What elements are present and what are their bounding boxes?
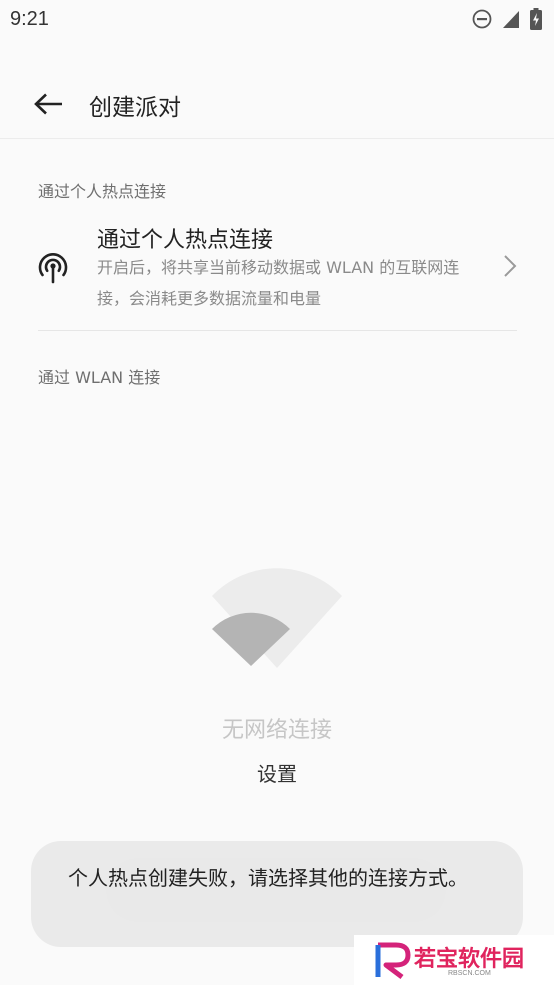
back-button[interactable] [22, 82, 74, 126]
no-network-message: 无网络连接 [221, 718, 332, 743]
section-header-hotspot: 通过个人热点连接 [38, 182, 167, 201]
row-divider [38, 330, 517, 331]
cell-signal-icon [503, 11, 519, 28]
settings-button[interactable]: 设置 [237, 756, 317, 792]
error-toast: 个人热点创建失败，请选择其他的连接方式。 [31, 841, 523, 947]
toolbar: 创建派对 [0, 70, 554, 138]
hotspot-connect-item[interactable]: 通过个人热点连接 开启后，将共享当前移动数据或 WLAN 的互联网连接，会消耗更… [0, 212, 554, 324]
do-not-disturb-icon [472, 9, 492, 29]
page-title: 创建派对 [89, 95, 181, 121]
wifi-off-illustration-icon [212, 568, 342, 668]
chevron-right-icon [504, 255, 517, 277]
toolbar-divider [0, 138, 554, 139]
hotspot-icon [38, 253, 68, 284]
status-time: 9:21 [10, 8, 49, 30]
status-bar: 9:21 [0, 0, 554, 40]
hotspot-item-title: 通过个人热点连接 [97, 228, 274, 253]
battery-charging-icon [530, 8, 542, 30]
hotspot-item-description: 开启后，将共享当前移动数据或 WLAN 的互联网连接，会消耗更多数据流量和电量 [97, 258, 460, 308]
watermark-text: 若宝软件园 [414, 947, 525, 972]
watermark-subtext: RBSCN.COM [448, 970, 491, 977]
watermark: 若宝软件园 RBSCN.COM [354, 935, 554, 985]
section-header-wlan: 通过 WLAN 连接 [38, 368, 161, 387]
status-icons [472, 7, 542, 31]
back-arrow-icon [34, 93, 62, 115]
watermark-logo-icon [375, 942, 411, 979]
